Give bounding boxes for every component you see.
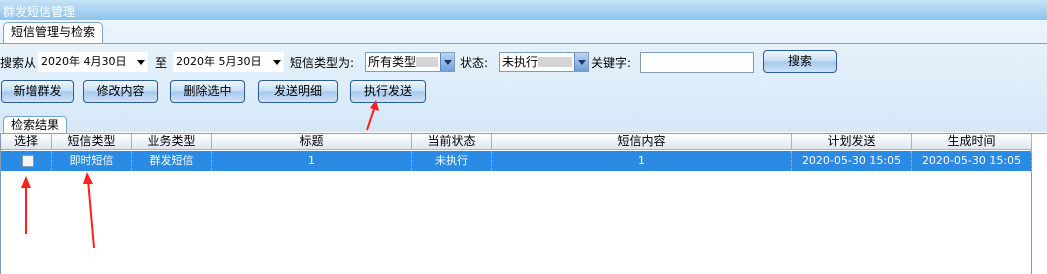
date-from-value: 2020年 4月30日 [41,55,127,68]
window-title-bar: 群发短信管理 [0,0,1047,20]
keyword-label: 关键字: [591,56,632,70]
sms-type-value: 所有类型 [368,55,417,69]
column-header-title[interactable]: 标题 [212,134,412,149]
business-type-cell: 群发短信 [132,151,212,171]
column-header-business-type[interactable]: 业务类型 [132,134,212,149]
select-fill [416,57,438,67]
table-row[interactable]: 即时短信 群发短信 1 未执行 1 2020-05-30 15:05 2020-… [1,151,1032,171]
date-to-picker[interactable]: 2020年 5月30日 [173,52,284,72]
status-cell: 未执行 [412,151,492,171]
select-cell [1,151,52,171]
dropdown-arrow-icon[interactable] [440,53,454,71]
sms-type-select[interactable]: 所有类型 [365,52,455,72]
column-header-created-time[interactable]: 生成时间 [912,134,1032,149]
search-button[interactable]: 搜索 [763,50,837,73]
column-header-select[interactable]: 选择 [1,134,52,149]
status-value: 未执行 [502,55,539,69]
send-detail-button[interactable]: 发送明细 [258,80,338,103]
date-from-picker[interactable]: 2020年 4月30日 [38,52,148,72]
column-header-status[interactable]: 当前状态 [412,134,492,149]
planned-send-cell: 2020-05-30 15:05 [792,151,912,171]
column-header-planned-send[interactable]: 计划发送 [792,134,912,149]
row-checkbox[interactable] [22,155,34,167]
delete-selected-button[interactable]: 删除选中 [170,80,245,103]
to-label: 至 [155,56,168,70]
search-from-label: 搜索从 [0,56,37,70]
created-time-cell: 2020-05-30 15:05 [912,151,1032,171]
results-tab[interactable]: 检索结果 [3,116,67,134]
title-cell: 1 [212,151,412,171]
add-broadcast-button[interactable]: 新增群发 [1,80,74,103]
status-label: 状态: [460,56,489,70]
sms-type-cell: 即时短信 [52,151,132,171]
grid-header: 选择 短信类型 业务类型 标题 当前状态 短信内容 计划发送 生成时间 [1,134,1032,150]
window-title: 群发短信管理 [3,5,76,19]
select-fill [538,57,572,67]
column-header-content[interactable]: 短信内容 [492,134,792,149]
keyword-input[interactable] [640,52,754,73]
sms-type-label: 短信类型为: [290,56,355,70]
execute-send-button[interactable]: 执行发送 [350,80,426,103]
status-select[interactable]: 未执行 [499,52,589,72]
search-panel [0,20,1047,132]
column-header-sms-type[interactable]: 短信类型 [52,134,132,149]
search-panel-divider [0,43,1047,44]
results-grid: 选择 短信类型 业务类型 标题 当前状态 短信内容 计划发送 生成时间 即时短信… [0,134,1032,274]
search-panel-legend: 短信管理与检索 [3,22,103,43]
content-cell: 1 [492,151,792,171]
dropdown-arrow-icon[interactable] [574,53,588,71]
date-to-value: 2020年 5月30日 [176,55,262,68]
edit-content-button[interactable]: 修改内容 [83,80,158,103]
chevron-down-icon[interactable] [273,60,281,65]
chevron-down-icon[interactable] [137,60,145,65]
